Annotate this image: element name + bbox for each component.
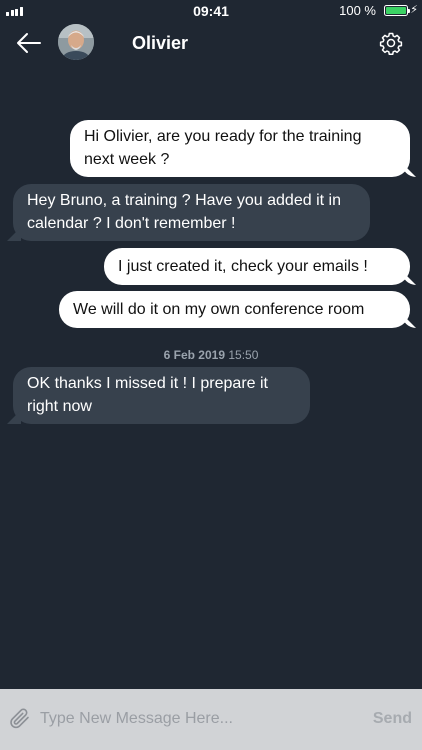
message-composer: Send	[0, 689, 422, 750]
battery-percent: 100 %	[339, 3, 376, 18]
contact-name: Olivier	[132, 33, 189, 53]
message-outgoing: Hi Olivier, are you ready for the traini…	[70, 120, 410, 177]
date-separator-date: 6 Feb 2019	[163, 348, 225, 362]
date-separator-time: 15:50	[228, 348, 259, 362]
message-outgoing: We will do it on my own conference room	[59, 291, 410, 328]
send-button[interactable]: Send	[373, 710, 412, 728]
status-bar: 09:41 100 % ⚡︎	[0, 0, 422, 22]
charging-icon: ⚡︎	[410, 4, 418, 16]
arrow-left-icon[interactable]	[16, 32, 42, 54]
date-separator: 6 Feb 2019 15:50	[0, 348, 422, 362]
message-incoming: OK thanks I missed it ! I prepare it rig…	[13, 367, 310, 424]
message-input[interactable]	[40, 704, 350, 734]
message-outgoing: I just created it, check your emails !	[104, 248, 410, 285]
message-incoming: Hey Bruno, a training ? Have you added i…	[13, 184, 370, 241]
battery-icon	[384, 5, 410, 16]
chat-header: Olivier	[0, 22, 422, 66]
gear-icon[interactable]	[379, 31, 403, 55]
avatar[interactable]	[58, 24, 94, 60]
paperclip-icon[interactable]	[8, 706, 32, 732]
